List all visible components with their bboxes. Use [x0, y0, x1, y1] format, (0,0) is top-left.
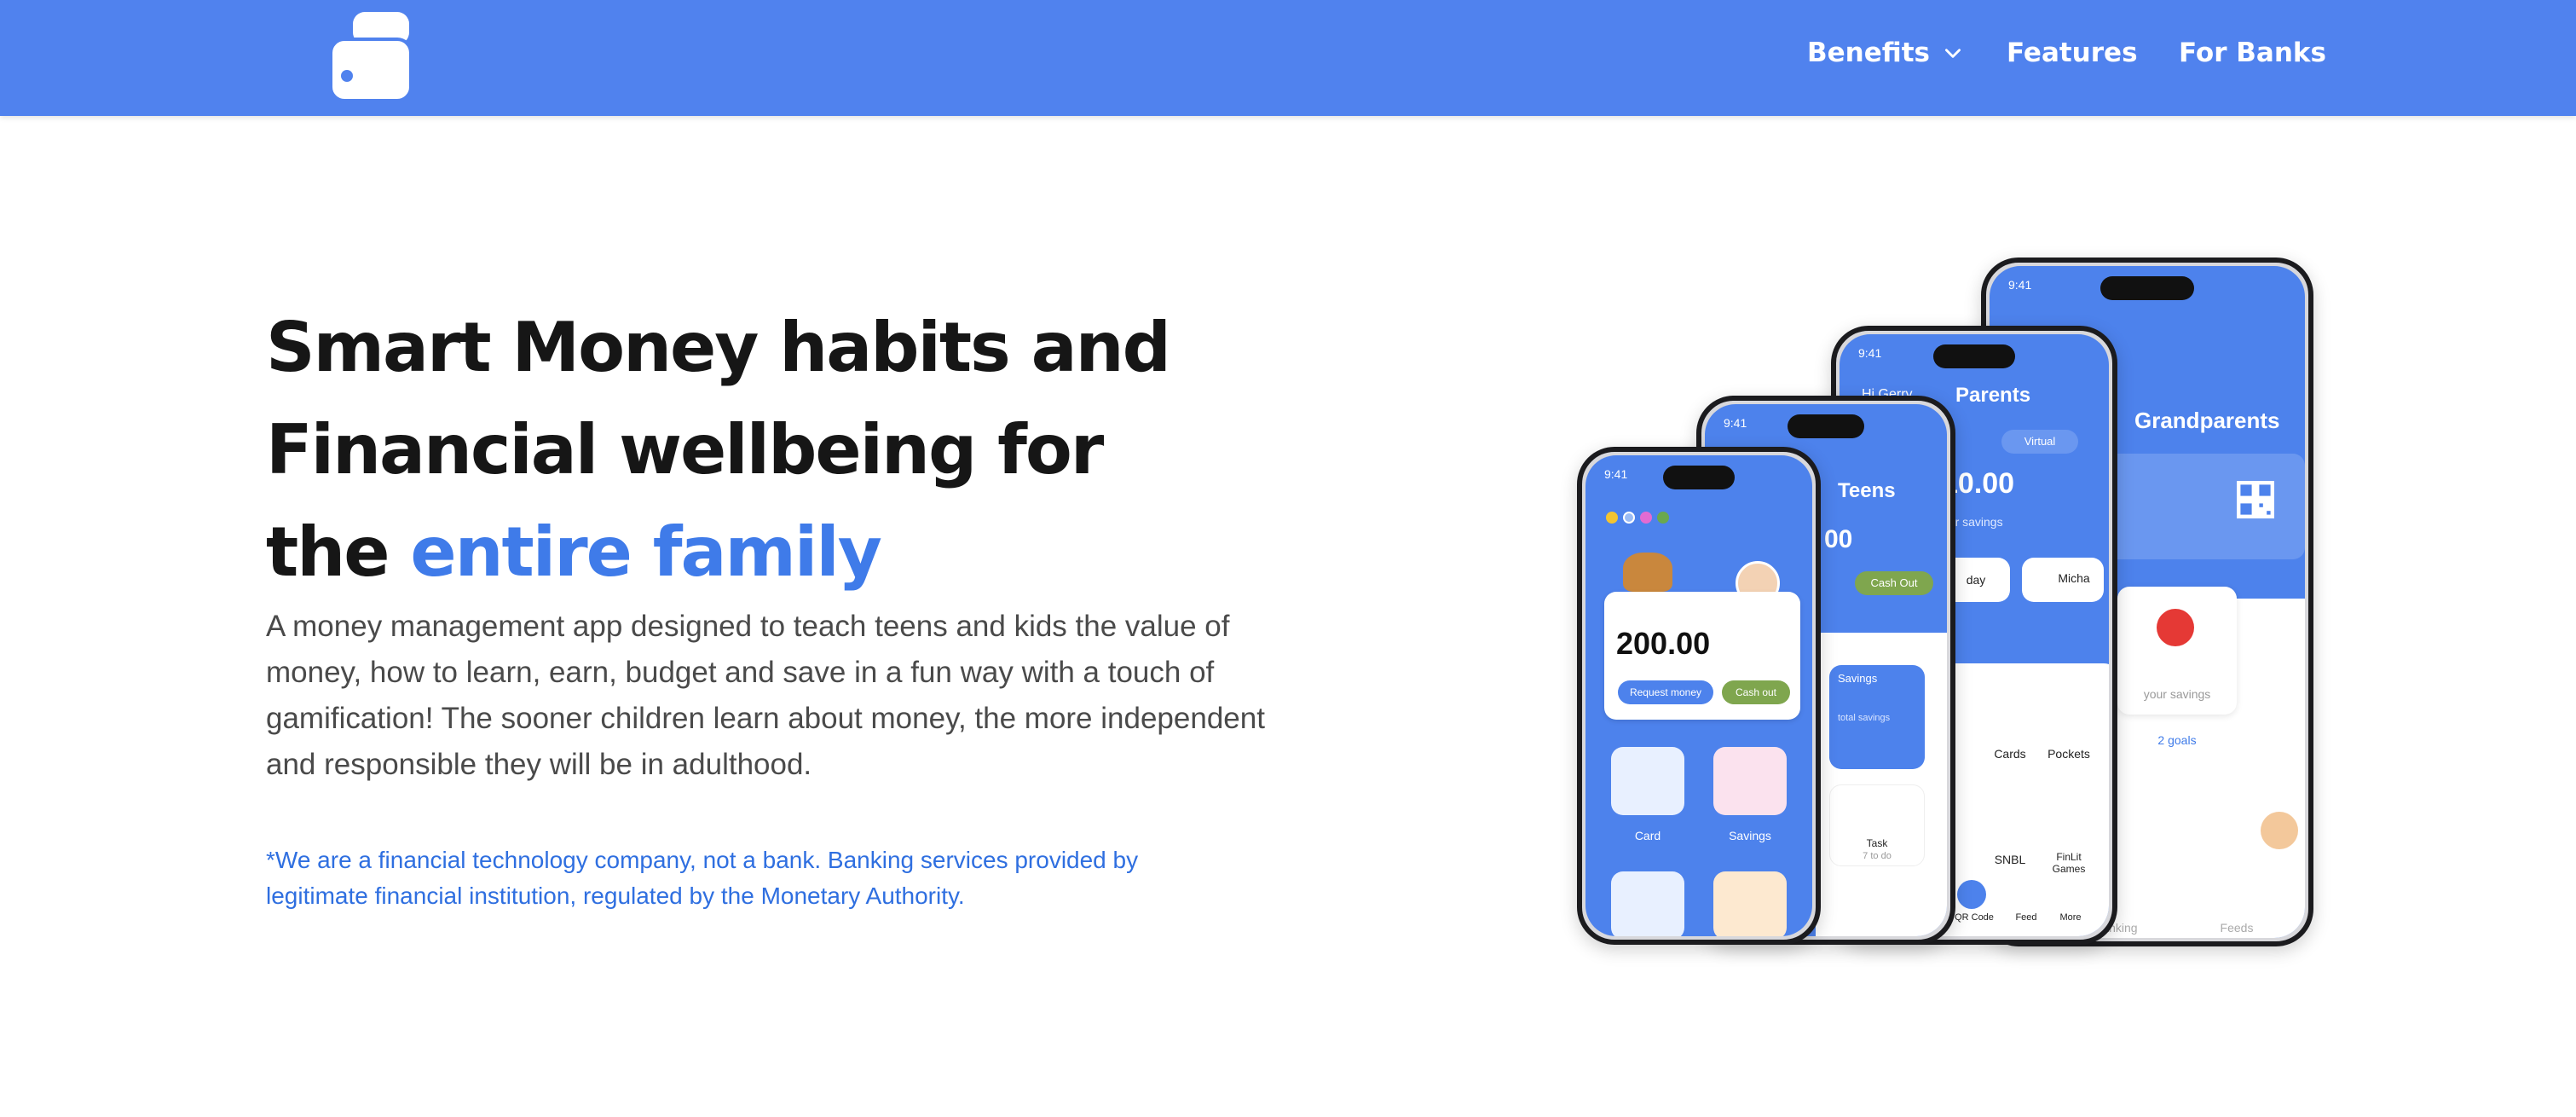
status-time: 9:41 [1858, 346, 1882, 360]
qr-code-tab-icon[interactable] [1957, 880, 1986, 909]
savings-label: Savings [1838, 672, 1878, 685]
phone-kids: 9:41 200.00 Request money Cash out Card … [1577, 447, 1821, 945]
screen-title: Grandparents [2134, 408, 2280, 433]
cash-out-button[interactable]: Cash Out [1855, 571, 1933, 595]
finlit-label: FinLit Games [2052, 851, 2086, 875]
task-sub: 7 to do [1863, 851, 1892, 861]
avatar [2261, 812, 2298, 849]
status-time: 9:41 [1724, 416, 1747, 430]
hero-headline: Smart Money habits and Financial wellbei… [266, 297, 1331, 604]
contact-name: Micha [2058, 571, 2090, 585]
nav-benefits-label: Benefits [1807, 38, 1930, 68]
money-bag-icon [1713, 871, 1787, 936]
app-phones-illustration: 9:41 ette arent Grandparents 250 your sa… [1577, 247, 2327, 964]
balance: 00 [1824, 525, 1853, 553]
headline-line-3-prefix: the [266, 512, 390, 592]
cards-label: Cards [1994, 747, 2026, 761]
tab-more: More [2059, 912, 2082, 923]
hero-description: A money management app designed to teach… [266, 610, 1265, 781]
tab-feed: Feed [2015, 912, 2037, 923]
snbl-label: SNBL [1994, 853, 2026, 866]
wallet-logo-icon[interactable] [329, 12, 413, 102]
nav-benefits[interactable]: Benefits [1807, 38, 1964, 68]
screen-title: Teens [1838, 479, 1896, 502]
headline-line-2: Financial wellbeing for [266, 410, 1104, 489]
checklist-icon [1611, 871, 1684, 936]
card-label: Card [1634, 829, 1661, 842]
cash-out-button[interactable]: Cash out [1722, 680, 1790, 704]
status-time: 9:41 [1604, 467, 1628, 481]
nav-features-label: Features [2007, 38, 2138, 68]
disclaimer-text: *We are a financial technology company, … [266, 847, 1139, 909]
tab-qr: QR Code [1955, 912, 1994, 923]
nav-for-banks-label: For Banks [2179, 38, 2326, 68]
top-navbar: Benefits Features For Banks [0, 0, 2576, 116]
pockets-label: Pockets [2048, 747, 2090, 761]
headline-line-1: Smart Money habits and [266, 308, 1171, 387]
request-money-button[interactable]: Request money [1618, 680, 1713, 704]
mascot-icon [1623, 553, 1672, 592]
virtual-badge[interactable]: Virtual [2001, 430, 2078, 454]
status-time: 9:41 [2008, 278, 2032, 292]
tab-feeds: Feeds [2220, 921, 2254, 935]
screen-title: Parents [1955, 384, 2031, 407]
headline-accent: entire family [410, 512, 882, 592]
kids-balance: 200.00 [1616, 626, 1711, 661]
wallet-icon [1611, 747, 1684, 815]
your-savings-label: your savings [2143, 687, 2211, 701]
savings-label: Savings [1729, 829, 1771, 842]
goals-label: 2 goals [2157, 733, 2197, 747]
qr-code-icon [2237, 481, 2274, 518]
chevron-down-icon [1945, 49, 1961, 58]
nav-for-banks[interactable]: For Banks [2179, 38, 2326, 68]
piggy-bank-icon [1713, 747, 1787, 815]
color-dots [1606, 512, 1669, 524]
task-label: Task [1866, 837, 1888, 849]
savings-pot-icon [2157, 609, 2194, 646]
nav-features[interactable]: Features [2007, 38, 2138, 68]
total-savings-label: total savings [1838, 713, 1891, 723]
